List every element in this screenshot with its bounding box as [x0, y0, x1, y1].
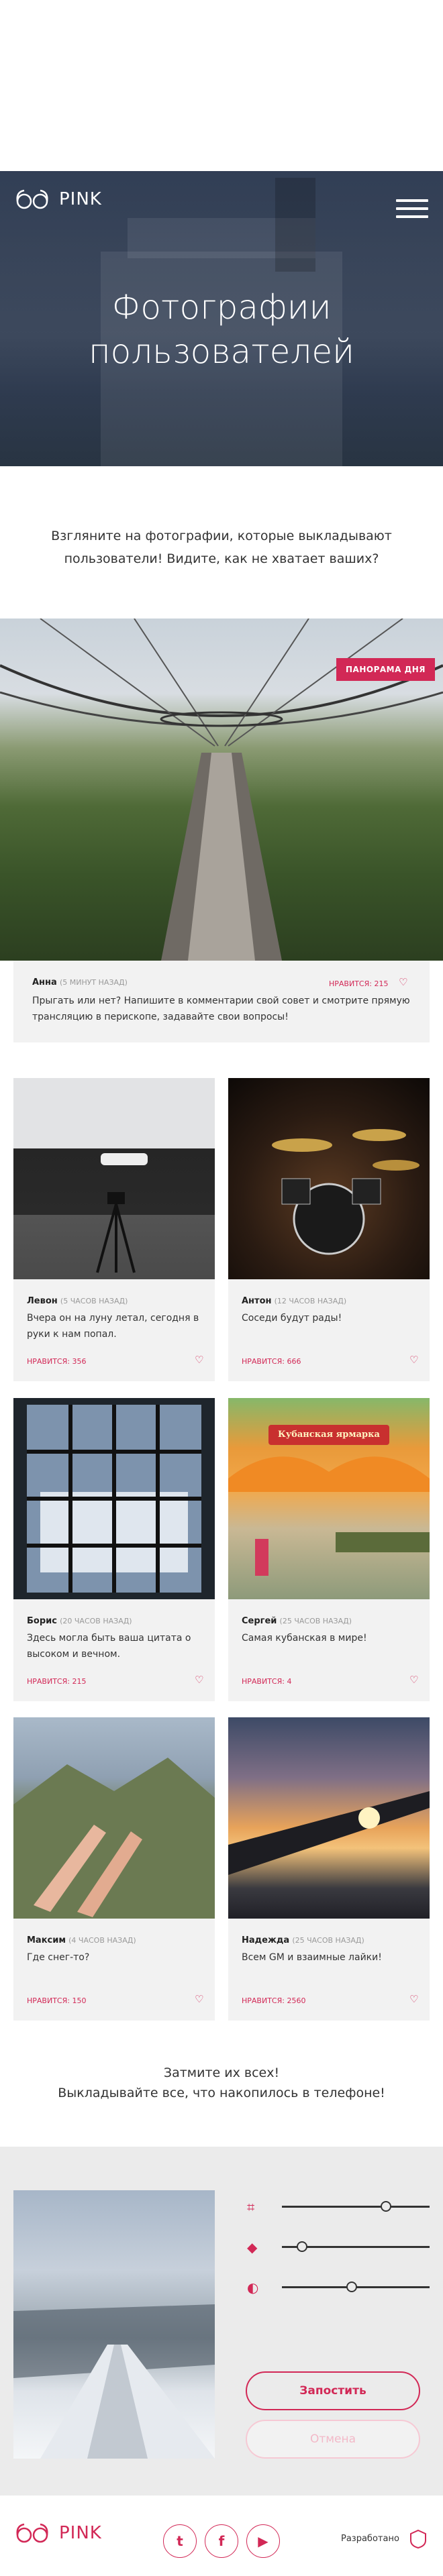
cta-text: Затмите их всех! Выкладывайте все, что н…	[0, 2063, 443, 2103]
post-text-line-1: Где снег-то?	[27, 1952, 90, 1963]
cancel-button[interactable]: Отмена	[246, 2420, 420, 2459]
developed-by-label: Разработано	[341, 2534, 399, 2544]
heart-icon[interactable]: ♡	[399, 976, 407, 988]
page-title: Фотографии пользователей	[0, 285, 443, 374]
crop-slider-track[interactable]	[282, 2206, 430, 2208]
contrast-slider-knob[interactable]	[346, 2282, 357, 2292]
post-text-line-1: Вчера он на луну летал, сегодня в	[27, 1313, 199, 1324]
photo-editor: ⌗ ◆ ◐ Запостить Отмена	[0, 2147, 443, 2496]
post-card: Борис (20 ЧАСОВ НАЗАД) Здесь могла быть …	[13, 1599, 215, 1701]
panorama-badge: ПАНОРАМА ДНЯ	[336, 658, 436, 681]
post-time: (12 ЧАСОВ НАЗАД)	[274, 1297, 347, 1305]
post-text-line-1: Самая кубанская в мире!	[242, 1633, 367, 1644]
post-photo[interactable]	[228, 1717, 430, 1919]
post-photo[interactable]	[228, 1398, 430, 1599]
facebook-icon[interactable]: f	[205, 2524, 238, 2558]
fill-slider-knob[interactable]	[297, 2241, 307, 2252]
tower-silhouette	[275, 178, 315, 272]
author-name: Левон	[27, 1296, 58, 1306]
post-card: Антон (12 ЧАСОВ НАЗАД) Соседи будут рады…	[228, 1279, 430, 1381]
heart-icon[interactable]: ♡	[409, 1674, 418, 1686]
post-time: (25 ЧАСОВ НАЗАД)	[279, 1617, 352, 1625]
post-time: (5 МИНУТ НАЗАД)	[59, 978, 128, 987]
intro-line-2: пользователи! Видите, как не хватает ваш…	[64, 551, 379, 566]
intro-line-1: Взгляните на фотографии, которые выклады…	[51, 529, 392, 543]
post-text-line-1: Всем GM и взаимные лайки!	[242, 1952, 382, 1963]
pink-logo-icon	[16, 2523, 48, 2543]
submit-button[interactable]: Запостить	[246, 2371, 420, 2410]
likes-count: НРАВИТСЯ: 215	[27, 1677, 87, 1686]
post-time: (5 ЧАСОВ НАЗАД)	[60, 1297, 128, 1305]
post-photo[interactable]	[228, 1078, 430, 1279]
post-photo[interactable]	[13, 1078, 215, 1279]
post-text-line-1: Здесь могла быть ваша цитата о	[27, 1633, 191, 1644]
heart-icon[interactable]: ♡	[195, 1993, 203, 2005]
author-name: Сергей	[242, 1616, 277, 1626]
post-card: Сергей (25 ЧАСОВ НАЗАД) Самая кубанская …	[228, 1599, 430, 1701]
pink-logo-icon	[16, 189, 48, 209]
market-sign: Кубанская ярмарка	[278, 1430, 380, 1440]
post-time: (25 ЧАСОВ НАЗАД)	[292, 1936, 364, 1945]
heart-icon[interactable]: ♡	[409, 1354, 418, 1366]
intro-text: Взгляните на фотографии, которые выклады…	[40, 525, 403, 570]
likes-count: НРАВИТСЯ: 150	[27, 1996, 87, 2005]
heart-icon[interactable]: ♡	[195, 1354, 203, 1366]
post-text: Прыгать или нет? Напишите в комментарии …	[32, 993, 422, 1025]
author-name: Надежда	[242, 1935, 290, 1945]
author-name: Борис	[27, 1616, 57, 1626]
heart-icon[interactable]: ♡	[409, 1993, 418, 2005]
likes-count: НРАВИТСЯ: 666	[242, 1357, 301, 1366]
likes-count: НРАВИТСЯ: 2560	[242, 1996, 306, 2005]
post-card: Надежда (25 ЧАСОВ НАЗАД) Всем GM и взаим…	[228, 1919, 430, 2021]
market-tent-illustration	[228, 1425, 430, 1576]
heart-icon[interactable]: ♡	[195, 1674, 203, 1686]
post-text-line-2: высоком и вечном.	[27, 1649, 121, 1660]
post-photo[interactable]	[13, 1398, 215, 1599]
post-time: (4 ЧАСОВ НАЗАД)	[68, 1936, 136, 1945]
author-name: Антон	[242, 1296, 272, 1306]
header-logo[interactable]: PINK	[13, 189, 102, 209]
hamburger-icon[interactable]	[396, 199, 428, 219]
title-line-2: пользователей	[88, 332, 355, 371]
footer-logo[interactable]: PINK	[13, 2523, 102, 2543]
snowy-road-illustration	[13, 2304, 215, 2459]
post-card: Левон (5 ЧАСОВ НАЗАД) Вчера он на луну л…	[13, 1279, 215, 1381]
post-time: (20 ЧАСОВ НАЗАД)	[60, 1617, 132, 1625]
panorama-author-line: Анна (5 МИНУТ НАЗАД)	[32, 977, 128, 987]
legs-mountain-illustration	[13, 1758, 215, 1919]
title-line-1: Фотографии	[111, 288, 332, 327]
footer-logo-text: PINK	[59, 2523, 102, 2543]
camera-tripod-illustration	[96, 1153, 148, 1273]
post-text-line-1: Соседи будут рады!	[242, 1313, 342, 1324]
crop-icon[interactable]: ⌗	[247, 2199, 262, 2215]
preview-photo	[13, 2190, 215, 2459]
window-illustration	[27, 1405, 201, 1593]
author-name: Максим	[27, 1935, 66, 1945]
post-card: Максим (4 ЧАСОВ НАЗАД) Где снег-то? НРАВ…	[13, 1919, 215, 2021]
fill-icon[interactable]: ◆	[247, 2239, 262, 2255]
contrast-icon[interactable]: ◐	[247, 2279, 262, 2296]
likes-count: НРАВИТСЯ: 356	[27, 1357, 87, 1366]
author-name: Анна	[32, 977, 57, 987]
drums-illustration	[272, 1129, 420, 1255]
youtube-icon[interactable]: ▶	[246, 2524, 280, 2558]
post-text-line-2: руки к нам попал.	[27, 1329, 117, 1340]
likes-count: НРАВИТСЯ: 215	[329, 979, 389, 988]
airplane-wing-illustration	[228, 1791, 430, 1875]
developer-logo-icon[interactable]	[409, 2529, 427, 2549]
cta-line-1: Затмите их всех!	[163, 2065, 280, 2080]
crop-slider-knob[interactable]	[381, 2201, 391, 2212]
post-photo[interactable]	[13, 1717, 215, 1919]
logo-text: PINK	[59, 189, 102, 209]
post-text-line-2: трансляцию в перископе, задавайте свои в…	[32, 1012, 289, 1022]
panorama-card: Анна (5 МИНУТ НАЗАД) НРАВИТСЯ: 215 ♡ Пры…	[13, 961, 430, 1042]
likes-count: НРАВИТСЯ: 4	[242, 1677, 292, 1686]
post-text-line-1: Прыгать или нет? Напишите в комментарии …	[32, 996, 410, 1006]
twitter-icon[interactable]: t	[163, 2524, 197, 2558]
cta-line-2: Выкладывайте все, что накопилось в телеф…	[58, 2086, 385, 2100]
